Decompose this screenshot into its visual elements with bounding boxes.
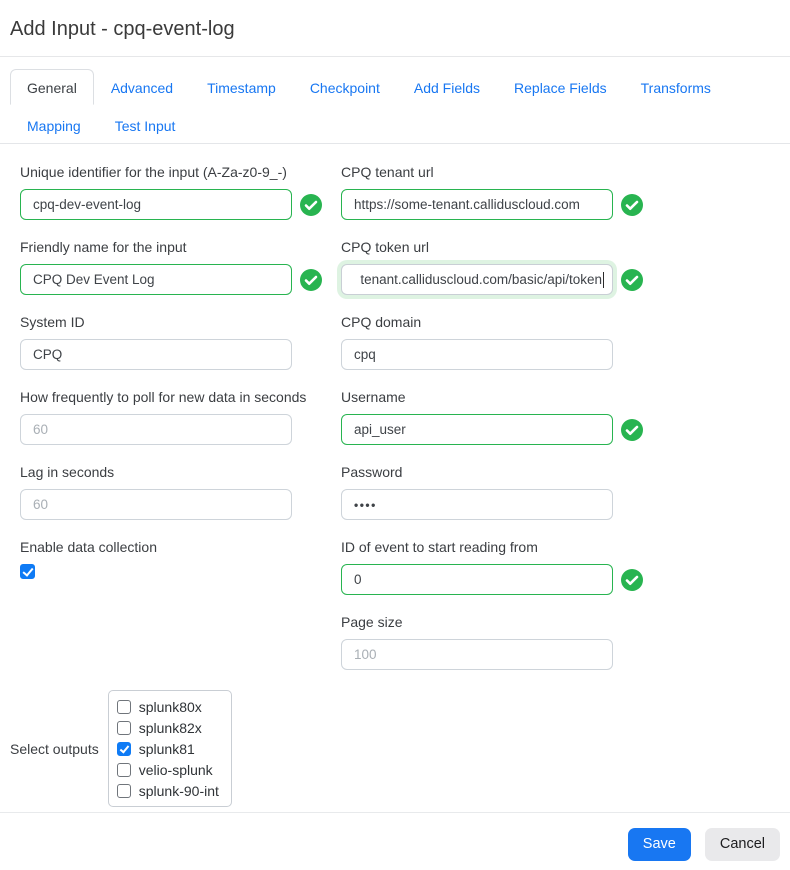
tab-advanced[interactable]: Advanced	[94, 69, 190, 105]
tab-mapping[interactable]: Mapping	[10, 107, 98, 143]
token-url-text: tenant.calliduscloud.com/basic/api/token	[360, 272, 602, 287]
valid-check-icon	[621, 569, 643, 591]
save-button[interactable]: Save	[628, 828, 691, 861]
field-label: Username	[341, 388, 661, 407]
field-label: Friendly name for the input	[20, 238, 340, 257]
tab-checkpoint[interactable]: Checkpoint	[293, 69, 397, 105]
field-group-friendly-name: Friendly name for the input	[20, 238, 340, 295]
page-size-input[interactable]	[341, 639, 613, 670]
output-option-splunk-90-int[interactable]: splunk-90-int	[117, 780, 219, 801]
tab-transforms[interactable]: Transforms	[624, 69, 728, 105]
field-group-unique-identifier: Unique identifier for the input (A-Za-z0…	[20, 163, 340, 220]
unique-identifier-input[interactable]	[20, 189, 292, 220]
enable-data-collection-checkbox[interactable]	[20, 564, 35, 579]
form-column-right: CPQ tenant url CPQ token url tenant.call…	[341, 163, 661, 688]
field-label: CPQ token url	[341, 238, 661, 257]
start-event-id-input[interactable]	[341, 564, 613, 595]
header-divider	[0, 56, 790, 57]
output-option-label: splunk-90-int	[139, 783, 219, 799]
poll-frequency-input[interactable]	[20, 414, 292, 445]
field-label: CPQ domain	[341, 313, 661, 332]
field-group-password: Password	[341, 463, 661, 520]
tab-bar: General Advanced Timestamp Checkpoint Ad…	[0, 69, 790, 144]
add-input-dialog: Add Input - cpq-event-log General Advanc…	[0, 0, 790, 870]
output-checkbox[interactable]	[117, 784, 131, 798]
lag-seconds-input[interactable]	[20, 489, 292, 520]
select-outputs-row: Select outputs splunk80x splunk82x splun…	[10, 690, 232, 807]
cancel-button[interactable]: Cancel	[705, 828, 780, 861]
footer-divider	[0, 812, 790, 813]
output-option-label: splunk82x	[139, 720, 202, 736]
footer-actions: Save Cancel	[628, 828, 780, 861]
select-outputs-label: Select outputs	[10, 741, 99, 757]
field-group-poll-frequency: How frequently to poll for new data in s…	[20, 388, 340, 445]
field-group-start-event-id: ID of event to start reading from	[341, 538, 661, 595]
tab-add-fields[interactable]: Add Fields	[397, 69, 497, 105]
field-label: Unique identifier for the input (A-Za-z0…	[20, 163, 340, 182]
tab-test-input[interactable]: Test Input	[98, 107, 193, 143]
field-group-tenant-url: CPQ tenant url	[341, 163, 661, 220]
text-cursor	[603, 272, 604, 288]
field-group-system-id: System ID	[20, 313, 340, 370]
output-option-splunk80x[interactable]: splunk80x	[117, 696, 219, 717]
output-option-splunk81[interactable]: splunk81	[117, 738, 219, 759]
valid-check-icon	[621, 194, 643, 216]
output-option-label: velio-splunk	[139, 762, 213, 778]
valid-check-icon	[621, 419, 643, 441]
field-label: How frequently to poll for new data in s…	[20, 388, 340, 407]
valid-check-icon	[300, 194, 322, 216]
password-input[interactable]	[341, 489, 613, 520]
field-label: System ID	[20, 313, 340, 332]
friendly-name-input[interactable]	[20, 264, 292, 295]
output-checkbox[interactable]	[117, 742, 131, 756]
valid-check-icon	[300, 269, 322, 291]
form-column-left: Unique identifier for the input (A-Za-z0…	[20, 163, 340, 597]
field-group-enable-collection: Enable data collection	[20, 538, 340, 579]
tab-replace-fields[interactable]: Replace Fields	[497, 69, 624, 105]
field-label: Password	[341, 463, 661, 482]
output-option-label: splunk81	[139, 741, 195, 757]
tab-timestamp[interactable]: Timestamp	[190, 69, 293, 105]
field-group-lag-seconds: Lag in seconds	[20, 463, 340, 520]
field-group-token-url: CPQ token url tenant.calliduscloud.com/b…	[341, 238, 661, 295]
field-label: Lag in seconds	[20, 463, 340, 482]
field-group-cpq-domain: CPQ domain	[341, 313, 661, 370]
output-option-splunk82x[interactable]: splunk82x	[117, 717, 219, 738]
system-id-input[interactable]	[20, 339, 292, 370]
output-checkbox[interactable]	[117, 721, 131, 735]
field-group-username: Username	[341, 388, 661, 445]
cpq-domain-input[interactable]	[341, 339, 613, 370]
select-outputs-listbox[interactable]: splunk80x splunk82x splunk81 velio-splun…	[108, 690, 232, 807]
field-label: CPQ tenant url	[341, 163, 661, 182]
output-option-label: splunk80x	[139, 699, 202, 715]
output-checkbox[interactable]	[117, 700, 131, 714]
username-input[interactable]	[341, 414, 613, 445]
cpq-tenant-url-input[interactable]	[341, 189, 613, 220]
page-title: Add Input - cpq-event-log	[10, 16, 235, 42]
cpq-token-url-input[interactable]: tenant.calliduscloud.com/basic/api/token	[341, 264, 613, 295]
field-label: Page size	[341, 613, 661, 632]
output-option-velio-splunk[interactable]: velio-splunk	[117, 759, 219, 780]
field-label: ID of event to start reading from	[341, 538, 661, 557]
valid-check-icon	[621, 269, 643, 291]
field-group-page-size: Page size	[341, 613, 661, 670]
output-checkbox[interactable]	[117, 763, 131, 777]
tab-general[interactable]: General	[10, 69, 94, 105]
field-label: Enable data collection	[20, 538, 340, 557]
